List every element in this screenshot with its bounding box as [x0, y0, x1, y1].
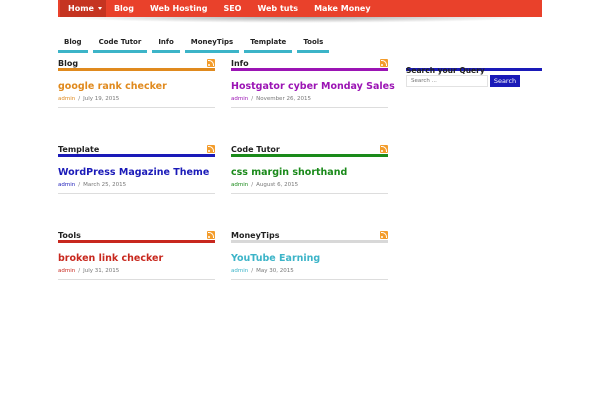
post-meta: admin / March 25, 2015	[58, 182, 215, 194]
widget-info: Info Hostgator cyber Monday Sales admin /…	[231, 58, 395, 108]
post-author-link[interactable]: admin	[58, 96, 75, 102]
widget-tools: Tools broken link checker admin / July 31,…	[58, 230, 215, 280]
widget-template: Template WordPress Magazine Theme admin /…	[58, 144, 215, 194]
post-author-link[interactable]: admin	[231, 182, 248, 188]
post-title-link[interactable]: css margin shorthand	[231, 167, 388, 178]
nav-item-web-hosting[interactable]: Web Hosting	[142, 0, 215, 17]
widget-code-tutor: Code Tutor css margin shorthand admin / Au…	[231, 144, 388, 194]
post-title-link[interactable]: Hostgator cyber Monday Sales	[231, 81, 395, 92]
subnav-item-template[interactable]: Template	[244, 36, 293, 53]
post-date: March 25, 2015	[83, 182, 127, 188]
widget-header: Template	[58, 144, 215, 157]
post-title-link[interactable]: WordPress Magazine Theme	[58, 167, 215, 178]
search-input[interactable]	[406, 75, 488, 87]
meta-separator: /	[251, 182, 254, 188]
nav-item-seo[interactable]: SEO	[215, 0, 249, 17]
post-title-link[interactable]: YouTube Earning	[231, 253, 388, 264]
subnav-item-moneytips[interactable]: MoneyTips	[184, 36, 240, 53]
search-form: Search	[406, 75, 542, 87]
post-meta: admin / May 30, 2015	[231, 268, 388, 280]
category-navigation: Blog Code Tutor Info MoneyTips Template …	[58, 36, 330, 53]
nav-item-web-tuts[interactable]: Web tuts	[249, 0, 306, 17]
post-title-link[interactable]: google rank checker	[58, 81, 215, 92]
post-date: May 30, 2015	[256, 268, 294, 274]
post-meta: admin / July 31, 2015	[58, 268, 215, 280]
post-author-link[interactable]: admin	[58, 268, 75, 274]
post-meta: admin / July 19, 2015	[58, 96, 215, 108]
widget-header: Tools	[58, 230, 215, 243]
rss-icon[interactable]	[207, 144, 215, 153]
search-widget-header: Search your Query	[406, 58, 542, 75]
subnav-item-info[interactable]: Info	[152, 36, 180, 53]
subnav-item-code-tutor[interactable]: Code Tutor	[92, 36, 148, 53]
post-meta: admin / November 26, 2015	[231, 96, 388, 108]
search-widget: Search your Query Search	[406, 58, 542, 87]
nav-item-make-money[interactable]: Make Money	[306, 0, 378, 17]
subnav-item-blog[interactable]: Blog	[58, 36, 88, 53]
post-author-link[interactable]: admin	[231, 96, 248, 102]
post-meta: admin / August 6, 2015	[231, 182, 388, 194]
rss-icon[interactable]	[380, 144, 388, 153]
nav-item-blog[interactable]: Blog	[106, 0, 142, 17]
subnav-item-tools[interactable]: Tools	[297, 36, 330, 53]
meta-separator: /	[251, 268, 254, 274]
rss-icon[interactable]	[380, 230, 388, 239]
widget-title: Tools	[58, 230, 81, 240]
widget-blog: Blog google rank checker admin / July 19, …	[58, 58, 215, 108]
widget-title: Blog	[58, 58, 79, 68]
search-button[interactable]: Search	[490, 75, 520, 87]
widget-moneytips: MoneyTips YouTube Earning admin / May 30, …	[231, 230, 388, 280]
post-title-link[interactable]: broken link checker	[58, 253, 215, 264]
widget-header: Blog	[58, 58, 215, 71]
nav-item-label: Home	[68, 4, 94, 13]
widget-header: MoneyTips	[231, 230, 388, 243]
search-widget-title: Search your Query	[406, 66, 485, 75]
nav-item-home[interactable]: Home	[60, 0, 106, 17]
widget-title: Info	[231, 58, 249, 68]
widget-header: Info	[231, 58, 388, 71]
meta-separator: /	[78, 96, 81, 102]
meta-separator: /	[78, 268, 81, 274]
post-date: July 19, 2015	[83, 96, 120, 102]
rss-icon[interactable]	[207, 230, 215, 239]
nav-shadow	[62, 17, 538, 23]
chevron-down-icon	[97, 7, 102, 10]
widget-header: Code Tutor	[231, 144, 388, 157]
meta-separator: /	[251, 96, 254, 102]
rss-icon[interactable]	[380, 58, 388, 67]
post-author-link[interactable]: admin	[231, 268, 248, 274]
widget-title: MoneyTips	[231, 230, 280, 240]
post-date: July 31, 2015	[83, 268, 120, 274]
post-author-link[interactable]: admin	[58, 182, 75, 188]
post-date: November 26, 2015	[256, 96, 311, 102]
top-navigation: Home Blog Web Hosting SEO Web tuts Make …	[58, 0, 542, 17]
meta-separator: /	[78, 182, 81, 188]
widget-title: Code Tutor	[231, 144, 280, 154]
widget-title: Template	[58, 144, 100, 154]
post-date: August 6, 2015	[256, 182, 299, 188]
rss-icon[interactable]	[207, 58, 215, 67]
